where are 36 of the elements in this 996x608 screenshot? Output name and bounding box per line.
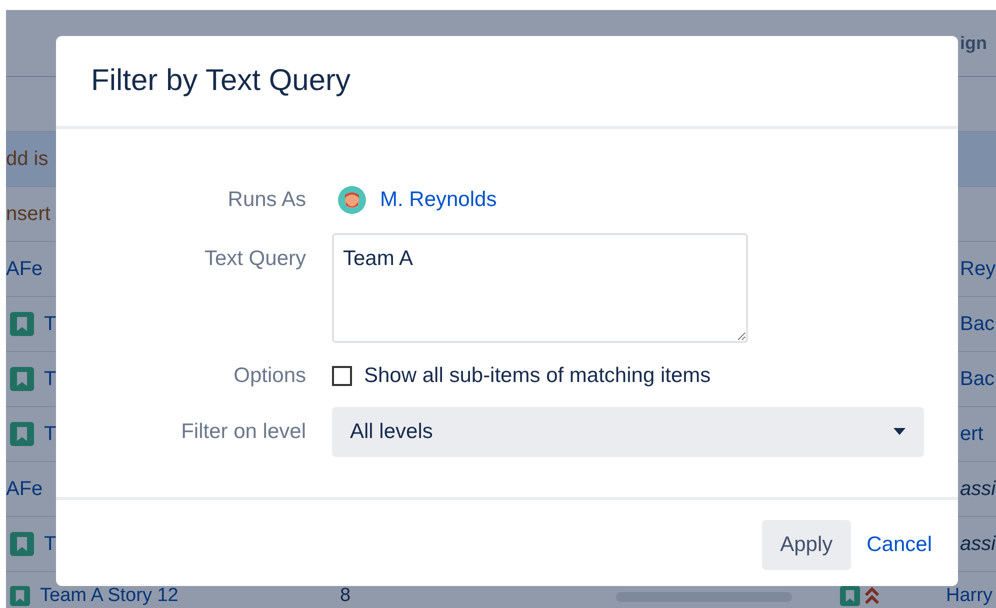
- issue-summary[interactable]: dd is: [6, 148, 48, 170]
- field-label: Options: [232, 363, 306, 388]
- assignee[interactable]: Bac: [960, 312, 996, 336]
- bookmark-icon: [10, 532, 34, 556]
- assignee[interactable]: ert: [960, 422, 996, 446]
- issue-summary[interactable]: T: [44, 532, 56, 556]
- assignee[interactable]: assi: [960, 478, 996, 500]
- estimate: 8: [340, 586, 352, 606]
- issue-summary[interactable]: AFe: [6, 258, 43, 280]
- bookmark-icon: [10, 367, 34, 391]
- checkbox-label[interactable]: Show all sub-items of matching items: [364, 364, 711, 388]
- apply-button[interactable]: Apply: [762, 520, 851, 570]
- dialog-title: Filter by Text Query: [91, 64, 351, 98]
- user-link[interactable]: M. Reynolds: [380, 188, 497, 212]
- assignee[interactable]: Harry: [946, 586, 996, 606]
- bookmark-icon: [10, 312, 34, 336]
- column-header: ign: [960, 32, 988, 54]
- level-dropdown[interactable]: All levels: [332, 407, 924, 457]
- avatar-icon: [338, 186, 366, 214]
- issue-summary[interactable]: AFe: [6, 478, 43, 500]
- assignee[interactable]: Bac: [960, 368, 996, 390]
- field-label: Runs As: [226, 187, 306, 212]
- issue-summary[interactable]: T: [44, 422, 56, 446]
- issue-summary[interactable]: nsert: [6, 202, 50, 226]
- checkbox[interactable]: [332, 366, 352, 386]
- assignee[interactable]: assi: [960, 532, 996, 556]
- field-label: Filter on level: [180, 419, 306, 444]
- assignee[interactable]: Rey: [960, 258, 996, 280]
- issue-summary[interactable]: T: [44, 312, 56, 336]
- field-label: Text Query: [203, 246, 306, 271]
- caret-icon: [893, 428, 906, 436]
- bookmark-icon: [10, 422, 34, 446]
- cancel-button[interactable]: Cancel: [858, 520, 940, 570]
- text-query-field[interactable]: Team A: [332, 233, 748, 343]
- issue-summary[interactable]: T: [44, 368, 56, 390]
- issue-summary[interactable]: Team A Story 12: [40, 586, 178, 606]
